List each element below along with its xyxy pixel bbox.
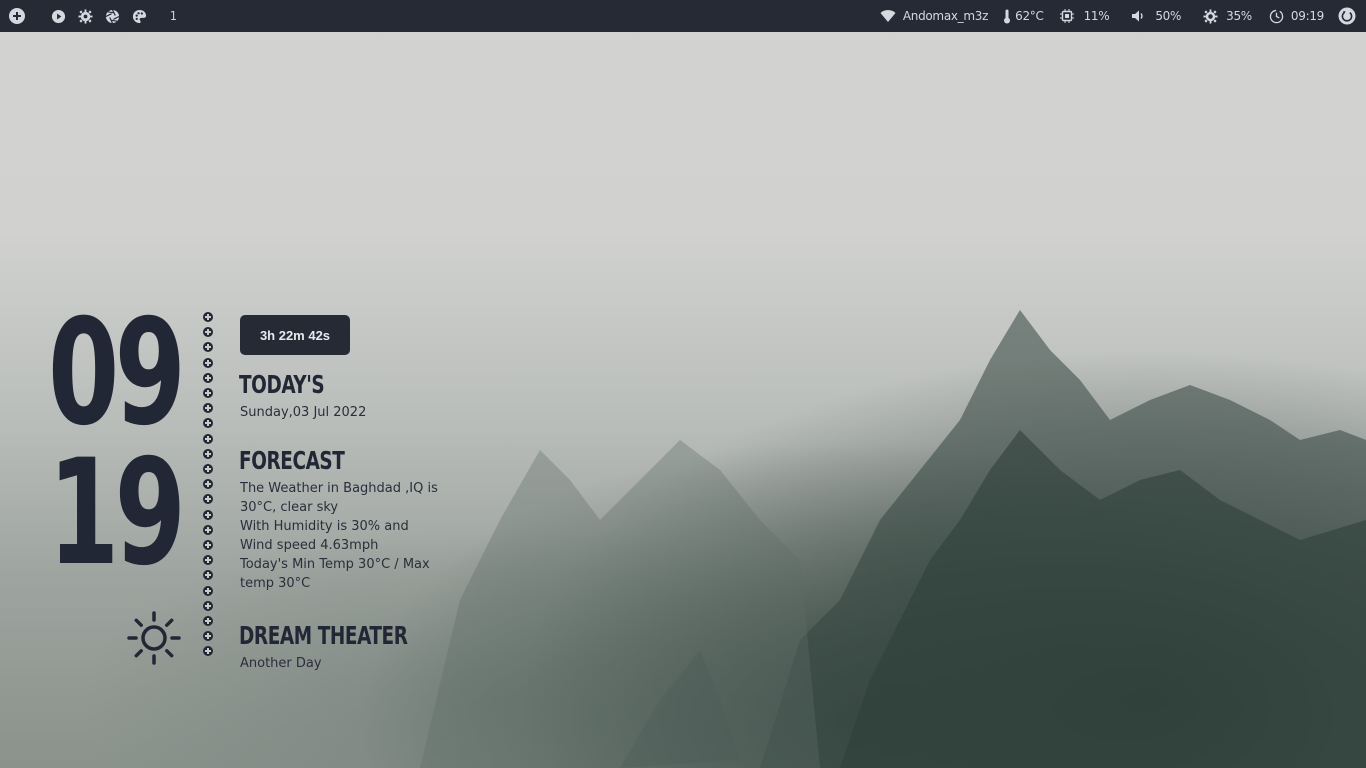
divider-dot (203, 494, 213, 505)
divider-dot (203, 464, 213, 474)
clock-label: 09:19 (1290, 9, 1324, 23)
divider-dot (203, 388, 213, 398)
palette-icon[interactable] (130, 7, 148, 25)
music-track: Another Day (240, 656, 322, 671)
workspace-indicator[interactable]: 1 (170, 9, 177, 23)
add-icon[interactable] (8, 7, 26, 25)
clock-minute: 19 (48, 428, 186, 598)
temperature-module[interactable]: 62°C (1002, 7, 1044, 25)
wifi-module[interactable]: Andomax_m3z (879, 7, 988, 25)
music-artist: Dream Theater (239, 621, 408, 650)
cpu-icon (1058, 7, 1076, 25)
panel-right: Andomax_m3z 62°C 11% 50% 35% 09:19 (865, 0, 1356, 32)
divider-dot (203, 524, 213, 535)
brightness-module[interactable]: 35% (1201, 7, 1252, 25)
divider-dot (203, 448, 213, 459)
divider-dot (203, 418, 213, 429)
forecast-title: Forecast (239, 446, 345, 475)
today-title: Today's (239, 370, 325, 399)
power-button[interactable] (1338, 7, 1356, 25)
temperature-label: 62°C (1015, 9, 1044, 23)
volume-label: 50% (1155, 9, 1182, 23)
dot-divider (202, 312, 214, 662)
clock-module[interactable]: 09:19 (1268, 7, 1324, 25)
gear-icon[interactable] (76, 7, 94, 25)
divider-dot (203, 540, 213, 550)
clock-icon (1268, 7, 1286, 25)
divider-dot (203, 327, 213, 338)
divider-dot (203, 372, 213, 383)
brightness-icon (1201, 7, 1219, 25)
divider-dot (203, 600, 213, 611)
speaker-icon (1129, 7, 1147, 25)
divider-dot (203, 342, 213, 353)
panel-left: 1 (8, 0, 177, 32)
brightness-label: 35% (1226, 9, 1252, 23)
divider-dot (203, 403, 213, 414)
top-panel: 1 Andomax_m3z 62°C 11% 50% 35% 09:19 (0, 0, 1366, 32)
aperture-icon[interactable] (103, 7, 121, 25)
thermometer-icon (1002, 7, 1012, 25)
wifi-label: Andomax_m3z (902, 9, 989, 23)
uptime-badge: 3h 22m 42s (240, 315, 350, 355)
power-icon (1338, 7, 1356, 25)
divider-dot (203, 357, 213, 368)
forecast-text: The Weather in Baghdad ,IQ is 30°C, clea… (240, 479, 445, 593)
today-date: Sunday,03 Jul 2022 (240, 405, 367, 420)
divider-dot (203, 616, 213, 626)
forecast-line-temps: Today's Min Temp 30°C / Max temp 30°C (240, 557, 430, 591)
sun-icon (126, 610, 182, 666)
divider-dot (203, 646, 213, 657)
clock-hour: 09 (48, 288, 186, 458)
cpu-module[interactable]: 11% (1058, 7, 1110, 25)
divider-dot (203, 509, 213, 520)
divider-dot (203, 570, 213, 581)
divider-dot (203, 479, 213, 490)
divider-dot (203, 631, 213, 642)
forecast-line-weather: The Weather in Baghdad ,IQ is 30°C, clea… (240, 481, 438, 515)
volume-module[interactable]: 50% (1129, 7, 1181, 25)
divider-dot (203, 433, 213, 444)
forecast-line-humidity: With Humidity is 30% and Wind speed 4.63… (240, 519, 409, 553)
divider-dot (203, 312, 213, 322)
play-icon[interactable] (49, 7, 67, 25)
divider-dot (203, 555, 213, 566)
wifi-icon (879, 7, 897, 25)
cpu-label: 11% (1083, 9, 1110, 23)
divider-dot (203, 585, 213, 596)
